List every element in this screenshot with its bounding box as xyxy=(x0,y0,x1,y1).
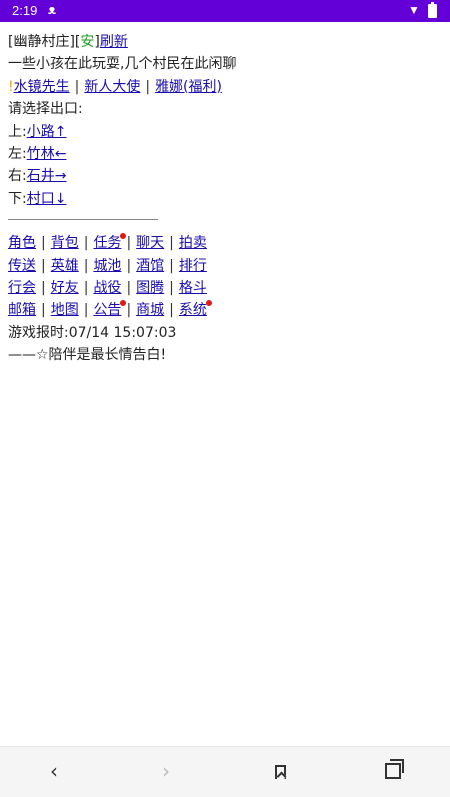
location-line: [幽静村庄][安]刷新 xyxy=(8,31,442,53)
exit-row: 右:石井→ xyxy=(8,165,442,187)
exit-row: 上:小路↑ xyxy=(8,121,442,143)
location-description: 一些小孩在此玩耍,几个村民在此闲聊 xyxy=(8,56,237,73)
browser-nav-bar: ‹ › xyxy=(0,746,450,797)
separator: | xyxy=(126,279,132,296)
exit-direction: 下: xyxy=(8,190,27,207)
menu-link[interactable]: 格斗 xyxy=(179,280,207,296)
exit-direction: 右: xyxy=(8,168,27,185)
game-time: 游戏报时:07/14 15:07:03 xyxy=(8,324,177,341)
menu-link[interactable]: 好友 xyxy=(51,280,79,296)
menu-link[interactable]: 酒馆 xyxy=(136,258,164,274)
bug-icon: ᴥ xyxy=(48,2,56,17)
refresh-link[interactable]: 刷新 xyxy=(100,34,128,50)
menu-row: 角色 | 背包 | 任务 | 聊天 | 拍卖 xyxy=(8,232,442,254)
battery-icon xyxy=(428,2,437,18)
separator: | xyxy=(169,257,174,274)
menu-link[interactable]: 商城 xyxy=(136,302,164,318)
exit-prompt: 请选择出口: xyxy=(8,101,83,118)
separator: | xyxy=(169,235,174,252)
menu-row: 邮箱 | 地图 | 公告 | 商城 | 系统 xyxy=(8,299,442,321)
separator: | xyxy=(83,235,89,252)
menu-link[interactable]: 角色 xyxy=(8,235,36,251)
exit-row: 下:村口↓ xyxy=(8,188,442,210)
exit-link-right[interactable]: 石井→ xyxy=(27,168,67,184)
exit-link-up[interactable]: 小路↑ xyxy=(27,124,67,140)
menu-link[interactable]: 传送 xyxy=(8,258,36,274)
npc-link[interactable]: 雅娜(福利) xyxy=(155,79,222,95)
menu-link[interactable]: 任务 xyxy=(93,235,121,251)
status-time: 2:19 xyxy=(12,3,38,18)
separator: | xyxy=(74,78,80,95)
npc-link[interactable]: 新人大使 xyxy=(84,79,140,95)
location-name: 幽静村庄 xyxy=(13,34,70,50)
back-icon[interactable]: ‹ xyxy=(50,759,58,783)
separator: | xyxy=(169,302,174,319)
menu-link[interactable]: 系统 xyxy=(179,302,207,318)
exit-link-down[interactable]: 村口↓ xyxy=(27,191,67,207)
game-page: [幽静村庄][安]刷新 一些小孩在此玩耍,几个村民在此闲聊 !水镜先生 | 新人大使… xyxy=(8,31,442,366)
bracket: ][ xyxy=(69,34,81,50)
separator: | xyxy=(83,279,89,296)
tabs-icon[interactable] xyxy=(385,759,404,779)
exit-direction: 左: xyxy=(8,145,27,162)
npc-link[interactable]: 水镜先生 xyxy=(14,79,70,95)
npc-list: !水镜先生 | 新人大使 | 雅娜(福利) xyxy=(8,76,442,98)
bookmark-icon[interactable] xyxy=(275,765,286,779)
separator: | xyxy=(41,302,46,319)
separator: | xyxy=(41,279,46,296)
separator: | xyxy=(41,257,46,274)
menu-link[interactable]: 战役 xyxy=(93,280,121,296)
divider xyxy=(8,219,158,221)
menu-link[interactable]: 行会 xyxy=(8,280,36,296)
menu-row: 行会 | 好友 | 战役 | 图腾 | 格斗 xyxy=(8,277,442,299)
menu-link[interactable]: 排行 xyxy=(179,258,207,274)
game-menu: 角色 | 背包 | 任务 | 聊天 | 拍卖 传送 | 英雄 | 城池 | 酒馆 | 排行 行会 | 好友 | 战役 | 图腾 |… xyxy=(8,232,442,322)
exit-row: 左:竹林← xyxy=(8,143,442,165)
separator: | xyxy=(83,257,89,274)
separator: | xyxy=(41,235,46,252)
menu-link[interactable]: 拍卖 xyxy=(179,235,207,251)
separator: | xyxy=(83,302,89,319)
menu-link[interactable]: 聊天 xyxy=(136,235,164,251)
safe-zone-label: 安 xyxy=(80,34,95,50)
exit-link-left[interactable]: 竹林← xyxy=(27,146,67,162)
separator: | xyxy=(169,279,174,296)
exit-direction: 上: xyxy=(8,123,27,140)
wifi-icon: ▼ xyxy=(408,3,420,17)
menu-link[interactable]: 背包 xyxy=(51,235,79,251)
motto: ——☆陪伴是最长情告白! xyxy=(8,347,167,364)
menu-link[interactable]: 图腾 xyxy=(136,280,164,296)
menu-link[interactable]: 英雄 xyxy=(51,258,79,274)
forward-icon[interactable]: › xyxy=(162,759,170,783)
notification-dot xyxy=(205,300,212,307)
menu-link[interactable]: 邮箱 xyxy=(8,302,36,318)
separator: | xyxy=(126,257,132,274)
status-bar: 2:19 ᴥ ▼ xyxy=(0,0,450,22)
separator: | xyxy=(145,78,151,95)
menu-link[interactable]: 公告 xyxy=(93,302,121,318)
menu-row: 传送 | 英雄 | 城池 | 酒馆 | 排行 xyxy=(8,255,442,277)
menu-link[interactable]: 地图 xyxy=(51,302,79,318)
menu-link[interactable]: 城池 xyxy=(93,258,121,274)
